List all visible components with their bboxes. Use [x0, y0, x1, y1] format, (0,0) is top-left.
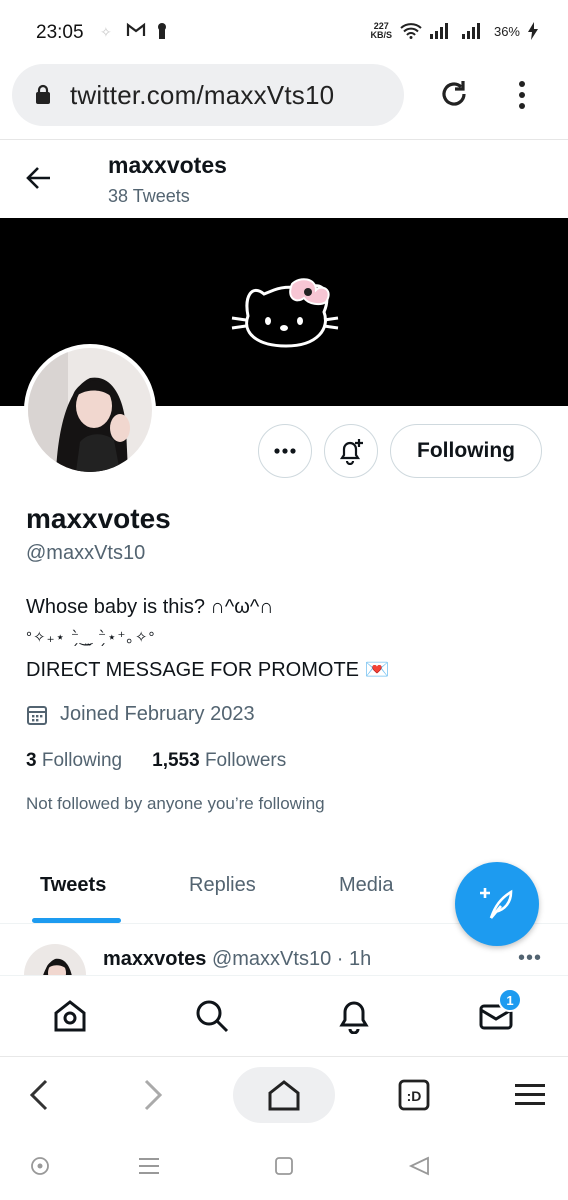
calendar-icon — [27, 705, 47, 725]
messages-badge: 1 — [498, 988, 522, 1012]
signal-icon — [429, 23, 448, 39]
joined-date: Joined February 2023 — [26, 703, 255, 726]
url-text[interactable]: twitter.com/maxxVts10 — [70, 80, 334, 111]
sparkle-icon: ✧ — [100, 24, 112, 40]
reload-icon[interactable] — [438, 78, 470, 110]
system-home-icon[interactable] — [274, 1156, 294, 1176]
hello-kitty-logo — [231, 278, 339, 348]
follow-stats: 3 Following 1,553 Followers — [26, 750, 286, 772]
assistant-icon[interactable] — [30, 1156, 50, 1176]
tweet-more-icon[interactable]: ••• — [518, 947, 542, 970]
following-button[interactable]: Following — [390, 424, 542, 478]
browser-back-icon[interactable] — [26, 1077, 50, 1113]
bell-plus-icon — [339, 439, 363, 465]
back-arrow-icon[interactable] — [26, 165, 52, 191]
signal-icon-2 — [461, 23, 480, 39]
browser-home-icon — [268, 1080, 300, 1111]
tweet-meta: @maxxVts10 · 1h — [211, 948, 372, 970]
header-tweet-count: 38 Tweets — [108, 186, 190, 206]
tab-media[interactable]: Media — [339, 874, 393, 897]
tweet-author-name[interactable]: maxxvotes — [103, 948, 206, 970]
bio-line: Whose baby is this? ∩^ω^∩ — [26, 596, 274, 618]
not-followed-note: Not followed by anyone you’re following — [26, 794, 325, 813]
recents-icon[interactable] — [138, 1156, 160, 1176]
lock-icon — [36, 84, 50, 104]
followers-count: 1,553 — [152, 750, 200, 771]
compose-feather-icon — [480, 888, 513, 919]
bio-line: °✧₊⋆ ⁻̗̀‿̫ ⁻̗̀⋆⁺｡✧° — [26, 629, 156, 646]
speed-unit: KB/S — [370, 30, 392, 40]
search-icon[interactable] — [194, 998, 230, 1034]
status-bar: 23:05 ✧ 227 KB/S 36% — [0, 0, 568, 62]
tweet-header: maxxvotes @maxxVts10 · 1h — [103, 948, 371, 971]
compose-tweet-button[interactable] — [455, 862, 539, 946]
tab-tweets[interactable]: Tweets — [40, 874, 106, 897]
bio-line: DIRECT MESSAGE FOR PROMOTE 💌 — [26, 659, 390, 681]
status-right: 227 KB/S 36% — [370, 22, 538, 40]
browser-bottom-bar: :D — [0, 1056, 568, 1132]
tabs-icon[interactable]: :D — [398, 1079, 430, 1111]
joined-text: Joined February 2023 — [60, 703, 255, 725]
tab-replies[interactable]: Replies — [189, 874, 256, 897]
keyhole-icon — [156, 22, 168, 45]
following-count: 3 — [26, 750, 37, 771]
followers-link[interactable]: 1,553 Followers — [152, 750, 286, 772]
charging-icon — [528, 22, 538, 40]
followers-label: Followers — [204, 750, 287, 771]
bell-icon[interactable] — [336, 998, 372, 1034]
profile-avatar[interactable] — [24, 344, 156, 476]
status-time: 23:05 — [36, 22, 84, 43]
browser-menu-icon[interactable] — [516, 80, 528, 110]
following-link[interactable]: 3 Following — [26, 750, 122, 772]
home-icon[interactable] — [52, 998, 88, 1034]
profile-handle: @maxxVts10 — [26, 542, 146, 564]
hamburger-menu-icon[interactable] — [514, 1083, 546, 1107]
more-options-button[interactable] — [258, 424, 312, 478]
header-name: maxxvotes — [108, 152, 227, 178]
network-speed: 227 KB/S — [370, 22, 392, 40]
following-label: Following — [41, 750, 123, 771]
notifications-button[interactable] — [324, 424, 378, 478]
browser-forward-icon[interactable] — [142, 1077, 166, 1113]
svg-text::D: :D — [407, 1088, 422, 1104]
avatar-photo — [28, 348, 152, 472]
browser-home-button[interactable] — [233, 1067, 335, 1123]
profile-name: maxxvotes — [26, 503, 171, 534]
gmail-icon — [126, 22, 146, 43]
wifi-icon — [400, 23, 422, 39]
address-bar[interactable]: twitter.com/maxxVts10 — [12, 64, 404, 126]
system-nav-bar — [0, 1132, 568, 1200]
app-bottom-nav: 1 — [0, 975, 568, 1055]
more-dots-icon — [274, 448, 296, 454]
browser-bar: twitter.com/maxxVts10 — [0, 62, 568, 140]
system-back-icon[interactable] — [408, 1156, 430, 1176]
battery-level: 36% — [493, 23, 520, 39]
